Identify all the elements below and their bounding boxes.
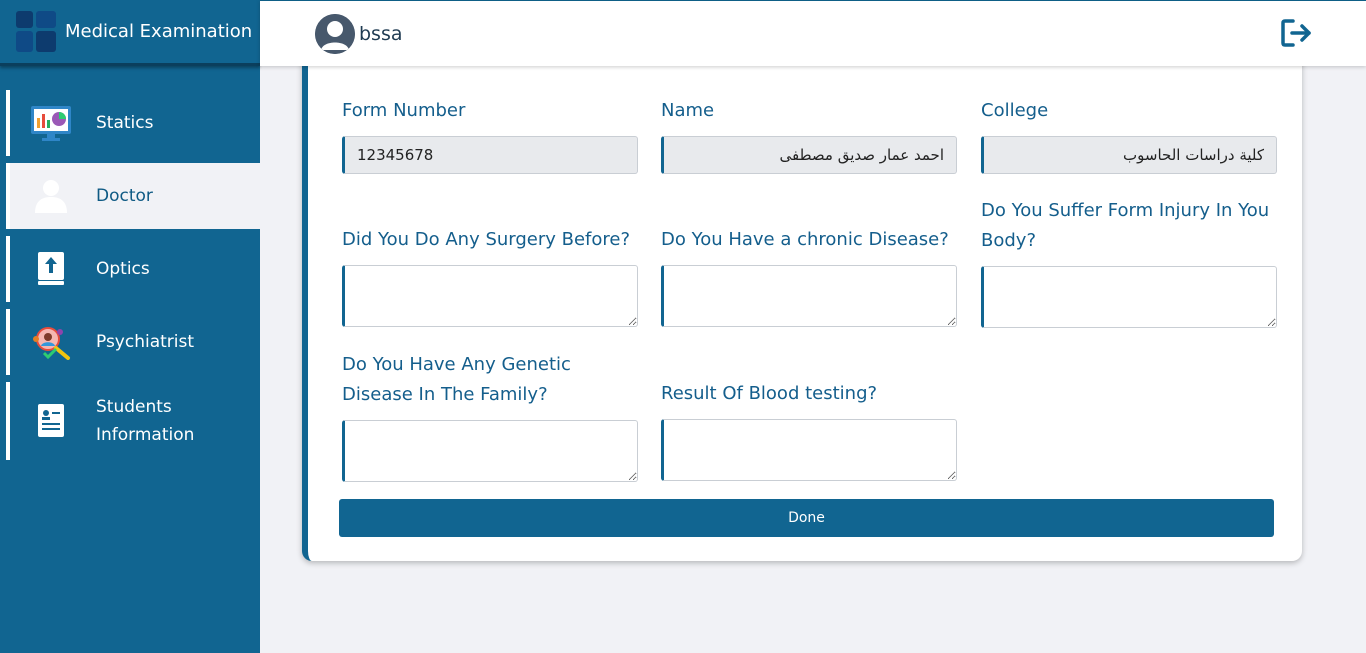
upload-book-icon	[30, 248, 72, 290]
top-header: bssa	[260, 0, 1366, 66]
sidebar-item-label: Doctor	[96, 186, 153, 206]
genetic-disease-field: Do You Have Any Genetic Disease In The F…	[342, 350, 638, 486]
sidebar-item-label: Students Information	[96, 397, 195, 445]
app-logo-icon	[16, 11, 57, 52]
surgery-label: Did You Do Any Surgery Before?	[342, 229, 631, 250]
name-label: Name	[661, 100, 715, 121]
sidebar-item-psychiatrist[interactable]: Psychiatrist	[6, 309, 260, 375]
form-number-field: Form Number 12345678	[342, 96, 638, 174]
brand: Medical Examination	[0, 0, 260, 66]
chronic-disease-field: Do You Have a chronic Disease?	[661, 225, 957, 331]
surgery-field: Did You Do Any Surgery Before?	[342, 225, 638, 331]
injury-textarea[interactable]	[981, 266, 1277, 328]
chronic-disease-textarea[interactable]	[661, 265, 957, 327]
sidebar-item-students-information[interactable]: Students Information	[6, 382, 260, 460]
avatar[interactable]	[315, 13, 355, 54]
sidebar-item-label: Statics	[96, 113, 154, 133]
logout-icon[interactable]	[1280, 18, 1314, 48]
injury-label: Do You Suffer Form Injury In You Body?	[981, 200, 1270, 251]
sidebar-nav: Statics Doctor Optics Psychiatrist Stude…	[0, 90, 260, 460]
doctor-icon	[30, 175, 72, 217]
medical-form-card: Form Number 12345678 Name احمد عمار صديق…	[302, 56, 1302, 561]
genetic-disease-textarea[interactable]	[342, 420, 638, 482]
sidebar-item-label: Psychiatrist	[96, 332, 195, 352]
college-field: College كلية دراسات الحاسوب	[981, 96, 1277, 174]
injury-field: Do You Suffer Form Injury In You Body?	[981, 196, 1277, 332]
form-number-label: Form Number	[342, 100, 466, 121]
done-button[interactable]: Done	[339, 499, 1274, 537]
sidebar: Medical Examination Statics Doctor Optic…	[0, 0, 260, 653]
sidebar-item-statics[interactable]: Statics	[6, 90, 260, 156]
name-input[interactable]: احمد عمار صديق مصطفى	[661, 136, 957, 174]
name-field: Name احمد عمار صديق مصطفى	[661, 96, 957, 174]
genetic-disease-label: Do You Have Any Genetic Disease In The F…	[342, 354, 571, 405]
psychiatrist-icon	[30, 321, 72, 363]
username: bssa	[359, 22, 403, 45]
chart-monitor-icon	[30, 102, 72, 144]
chronic-disease-label: Do You Have a chronic Disease?	[661, 229, 949, 250]
sidebar-item-doctor[interactable]: Doctor	[6, 163, 260, 229]
form-number-input[interactable]: 12345678	[342, 136, 638, 174]
app-title: Medical Examination	[65, 21, 253, 42]
sidebar-item-optics[interactable]: Optics	[6, 236, 260, 302]
surgery-textarea[interactable]	[342, 265, 638, 327]
blood-test-field: Result Of Blood testing?	[661, 379, 957, 485]
blood-test-label: Result Of Blood testing?	[661, 383, 878, 404]
blood-test-textarea[interactable]	[661, 419, 957, 481]
sidebar-item-label: Optics	[96, 259, 150, 279]
college-input[interactable]: كلية دراسات الحاسوب	[981, 136, 1277, 174]
student-card-icon	[30, 400, 72, 442]
college-label: College	[981, 100, 1049, 121]
